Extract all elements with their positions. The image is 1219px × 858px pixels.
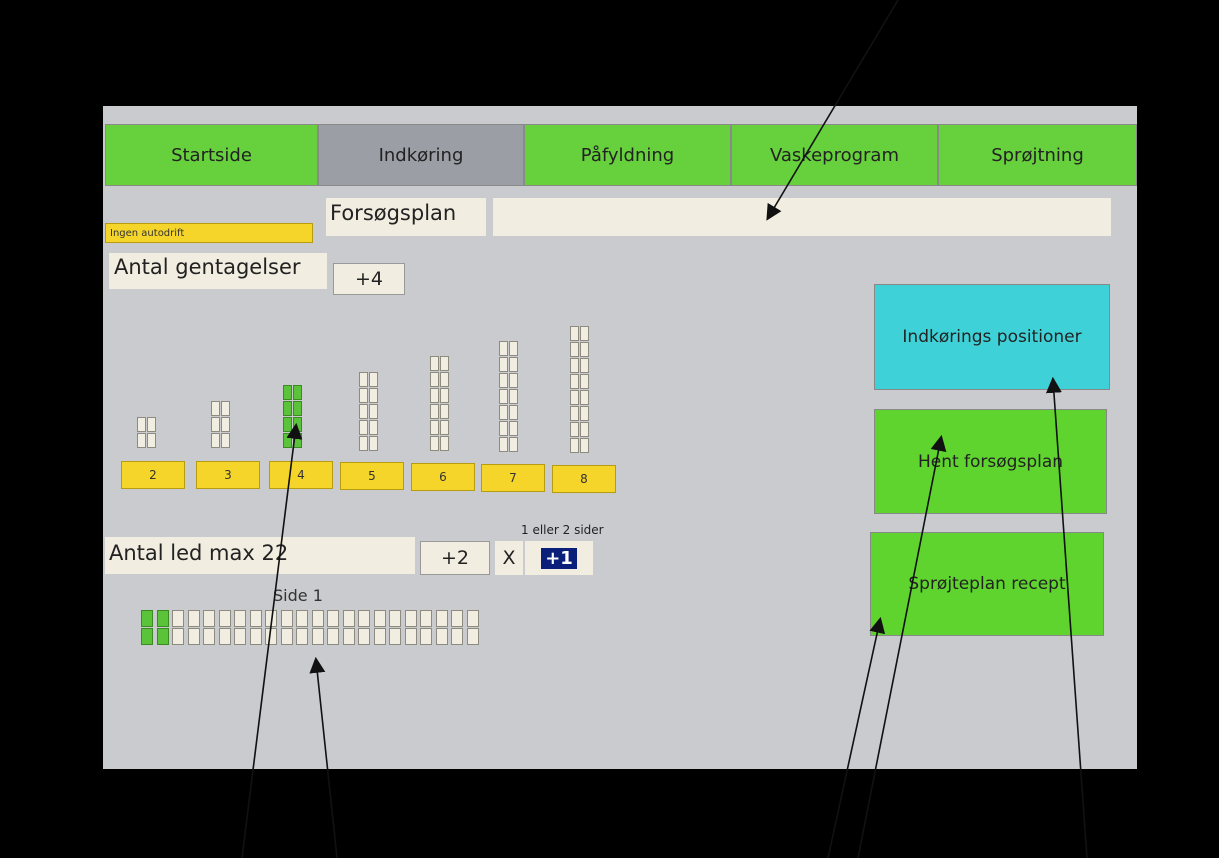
arrow-positioner bbox=[1045, 376, 1088, 858]
arrow-repetition-column bbox=[241, 422, 303, 858]
arrow-led-row bbox=[309, 656, 338, 858]
arrow-forsogsplan bbox=[766, 0, 899, 221]
annotation-arrows bbox=[241, 0, 1088, 858]
arrow-hent-forsogsplan bbox=[857, 434, 947, 858]
arrow-sprojteplan bbox=[827, 616, 886, 858]
